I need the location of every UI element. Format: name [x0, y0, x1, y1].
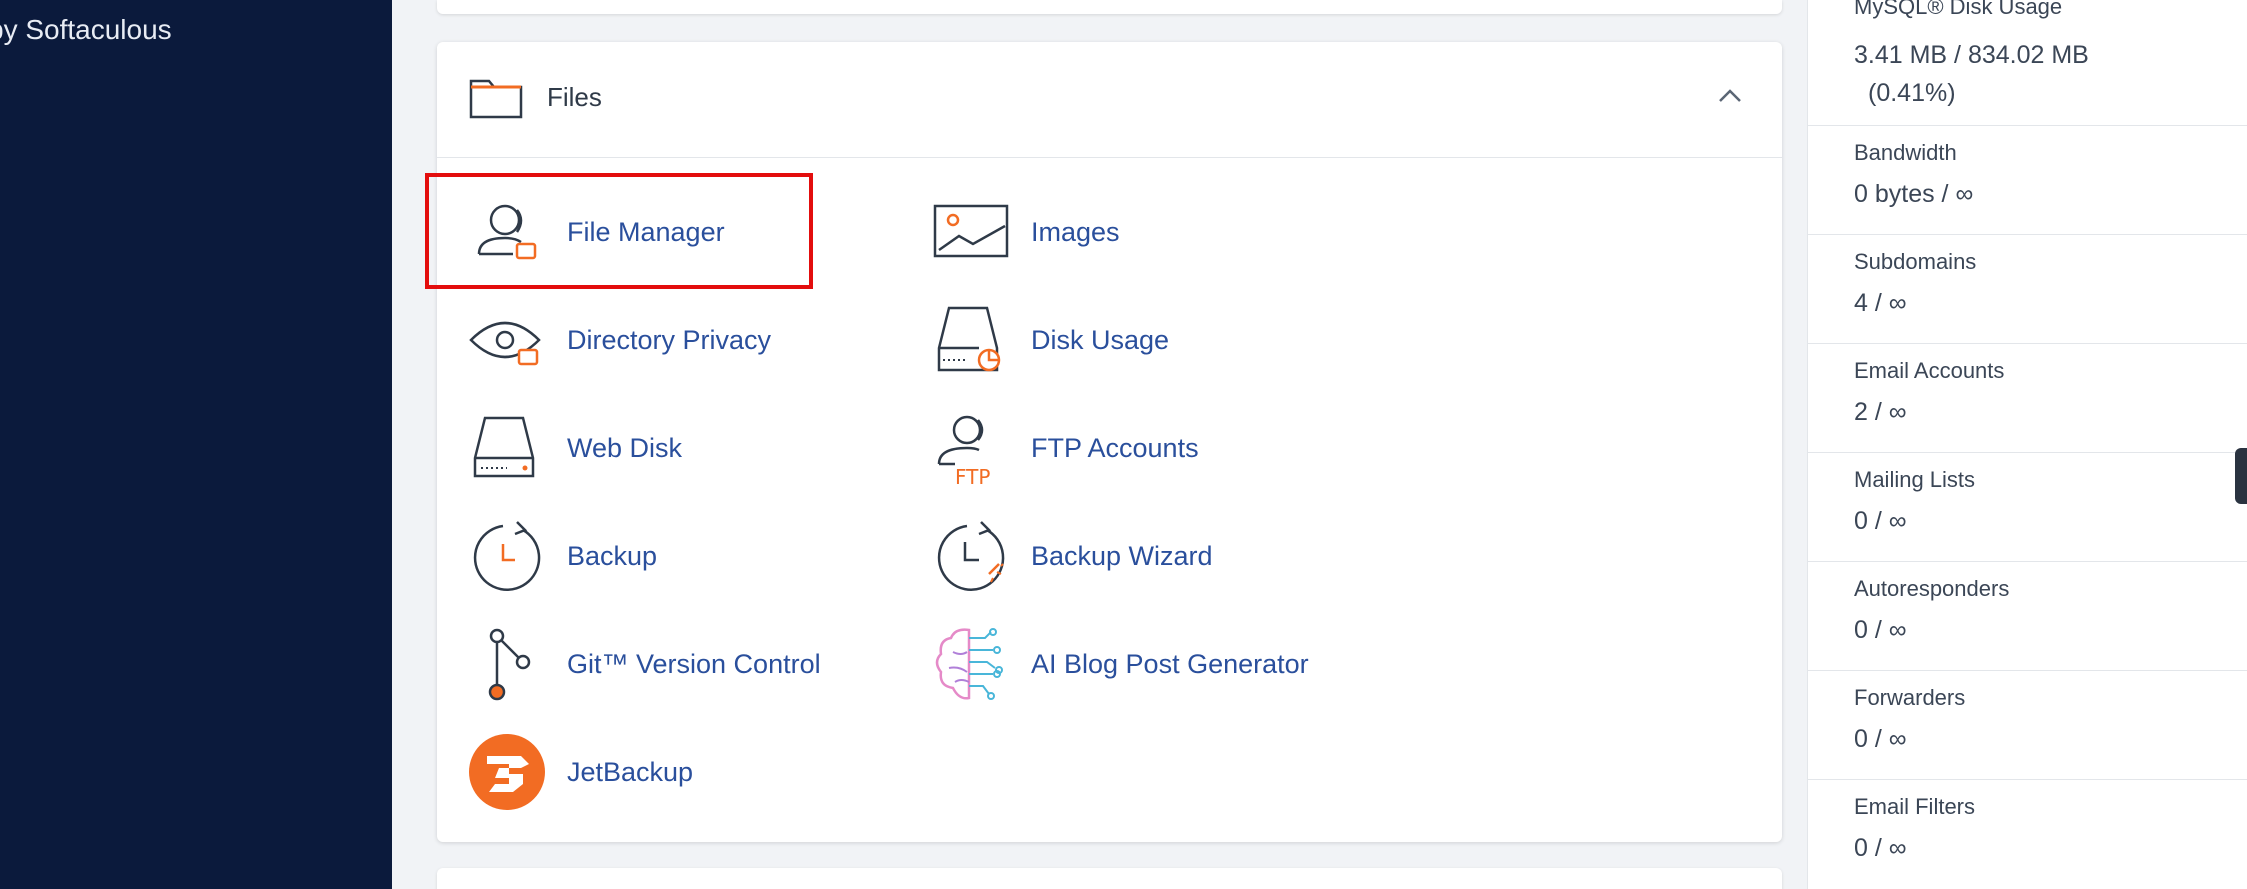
sidebar-brand-text[interactable]: by Softaculous [0, 14, 172, 46]
web-disk-icon [467, 408, 547, 488]
directory-privacy-label: Directory Privacy [567, 324, 772, 355]
stat-mailing-lists: Mailing Lists 0 / ∞ [1808, 453, 2247, 562]
stat-label: Autoresponders [1854, 576, 2010, 601]
stat-mysql-percent: (0.41%) [1868, 79, 1956, 107]
stat-value: 0 bytes / ∞ [1854, 180, 1974, 208]
backup-link[interactable]: Backup [467, 511, 657, 601]
jetbackup-link[interactable]: JetBackup [467, 727, 693, 817]
stat-forwarders: Forwarders 0 / ∞ [1808, 671, 2247, 780]
git-icon [467, 624, 547, 704]
next-section-card [437, 868, 1782, 889]
disk-usage-label: Disk Usage [1031, 324, 1170, 355]
git-version-control-link[interactable]: Git™ Version Control [467, 619, 821, 709]
files-section-title: Files [547, 82, 602, 112]
ftp-accounts-icon: FTP [931, 408, 1011, 488]
stat-value: 0 / ∞ [1854, 725, 1907, 753]
stat-label: Email Filters [1854, 794, 1976, 819]
jetbackup-label: JetBackup [567, 756, 694, 787]
side-scroll-handle[interactable] [2235, 448, 2247, 504]
stats-panel: MySQL® Disk Usage 3.41 MB / 834.02 MB (0… [1807, 0, 2247, 889]
ftp-badge-text: FTP [955, 465, 990, 488]
stat-mysql-disk-usage: MySQL® Disk Usage 3.41 MB / 834.02 MB (0… [1808, 0, 2247, 126]
sidebar: by Softaculous [0, 0, 392, 889]
stat-value: 4 / ∞ [1854, 289, 1907, 317]
backup-label: Backup [567, 540, 658, 571]
directory-privacy-icon [467, 300, 547, 380]
web-disk-link[interactable]: Web Disk [467, 403, 682, 493]
stat-bandwidth: Bandwidth 0 bytes / ∞ [1808, 126, 2247, 235]
images-label: Images [1031, 216, 1120, 247]
backup-wizard-icon [931, 516, 1011, 596]
folder-icon [469, 79, 523, 119]
ai-brain-icon [931, 624, 1011, 704]
stat-value: 0 / ∞ [1854, 616, 1907, 644]
stat-value: 0 / ∞ [1854, 507, 1907, 535]
images-icon [931, 192, 1011, 272]
file-manager-highlight-box [425, 173, 813, 289]
web-disk-label: Web Disk [567, 432, 683, 463]
files-section-card: Files File Manager Directory Privacy Web… [425, 42, 1782, 842]
stats-sidebar: MySQL® Disk Usage 3.41 MB / 834.02 MB (0… [1807, 0, 2247, 889]
chevron-up-icon[interactable] [1716, 86, 1744, 106]
stat-label: Mailing Lists [1854, 467, 1976, 492]
disk-usage-link[interactable]: Disk Usage [931, 295, 1169, 385]
stat-value: 0 / ∞ [1854, 834, 1907, 862]
stat-autoresponders: Autoresponders 0 / ∞ [1808, 562, 2247, 671]
ai-blog-post-generator-link[interactable]: AI Blog Post Generator [931, 619, 1309, 709]
main-content: Files File Manager Directory Privacy Web… [392, 0, 1807, 889]
stat-label: Forwarders [1854, 685, 1966, 710]
backup-icon [467, 516, 547, 596]
git-version-control-label: Git™ Version Control [567, 648, 821, 679]
stat-label: Bandwidth [1854, 140, 1957, 165]
directory-privacy-link[interactable]: Directory Privacy [467, 295, 771, 385]
stat-mysql-value: 3.41 MB / 834.02 MB [1854, 41, 2089, 69]
ftp-accounts-link[interactable]: FTP FTP Accounts [931, 403, 1199, 493]
stat-value: 3.41 MB / 834.02 MB (0.41%) [1854, 36, 2089, 112]
backup-wizard-link[interactable]: Backup Wizard [931, 511, 1213, 601]
stat-email-filters: Email Filters 0 / ∞ [1808, 780, 2247, 889]
stat-label: Subdomains [1854, 249, 1977, 274]
ftp-accounts-label: FTP Accounts [1031, 432, 1199, 463]
stat-email-accounts: Email Accounts 2 / ∞ [1808, 344, 2247, 453]
stat-value: 2 / ∞ [1854, 398, 1907, 426]
previous-section-card [437, 0, 1782, 14]
ai-blog-post-generator-label: AI Blog Post Generator [1031, 648, 1309, 679]
jetbackup-icon [467, 732, 547, 812]
stat-subdomains: Subdomains 4 / ∞ [1808, 235, 2247, 344]
stat-label: Email Accounts [1854, 358, 2005, 383]
backup-wizard-label: Backup Wizard [1031, 540, 1213, 571]
disk-usage-icon [931, 300, 1011, 380]
images-link[interactable]: Images [931, 187, 1120, 277]
stat-label: MySQL® Disk Usage [1854, 0, 2063, 19]
files-section-header[interactable]: Files [437, 42, 1782, 158]
